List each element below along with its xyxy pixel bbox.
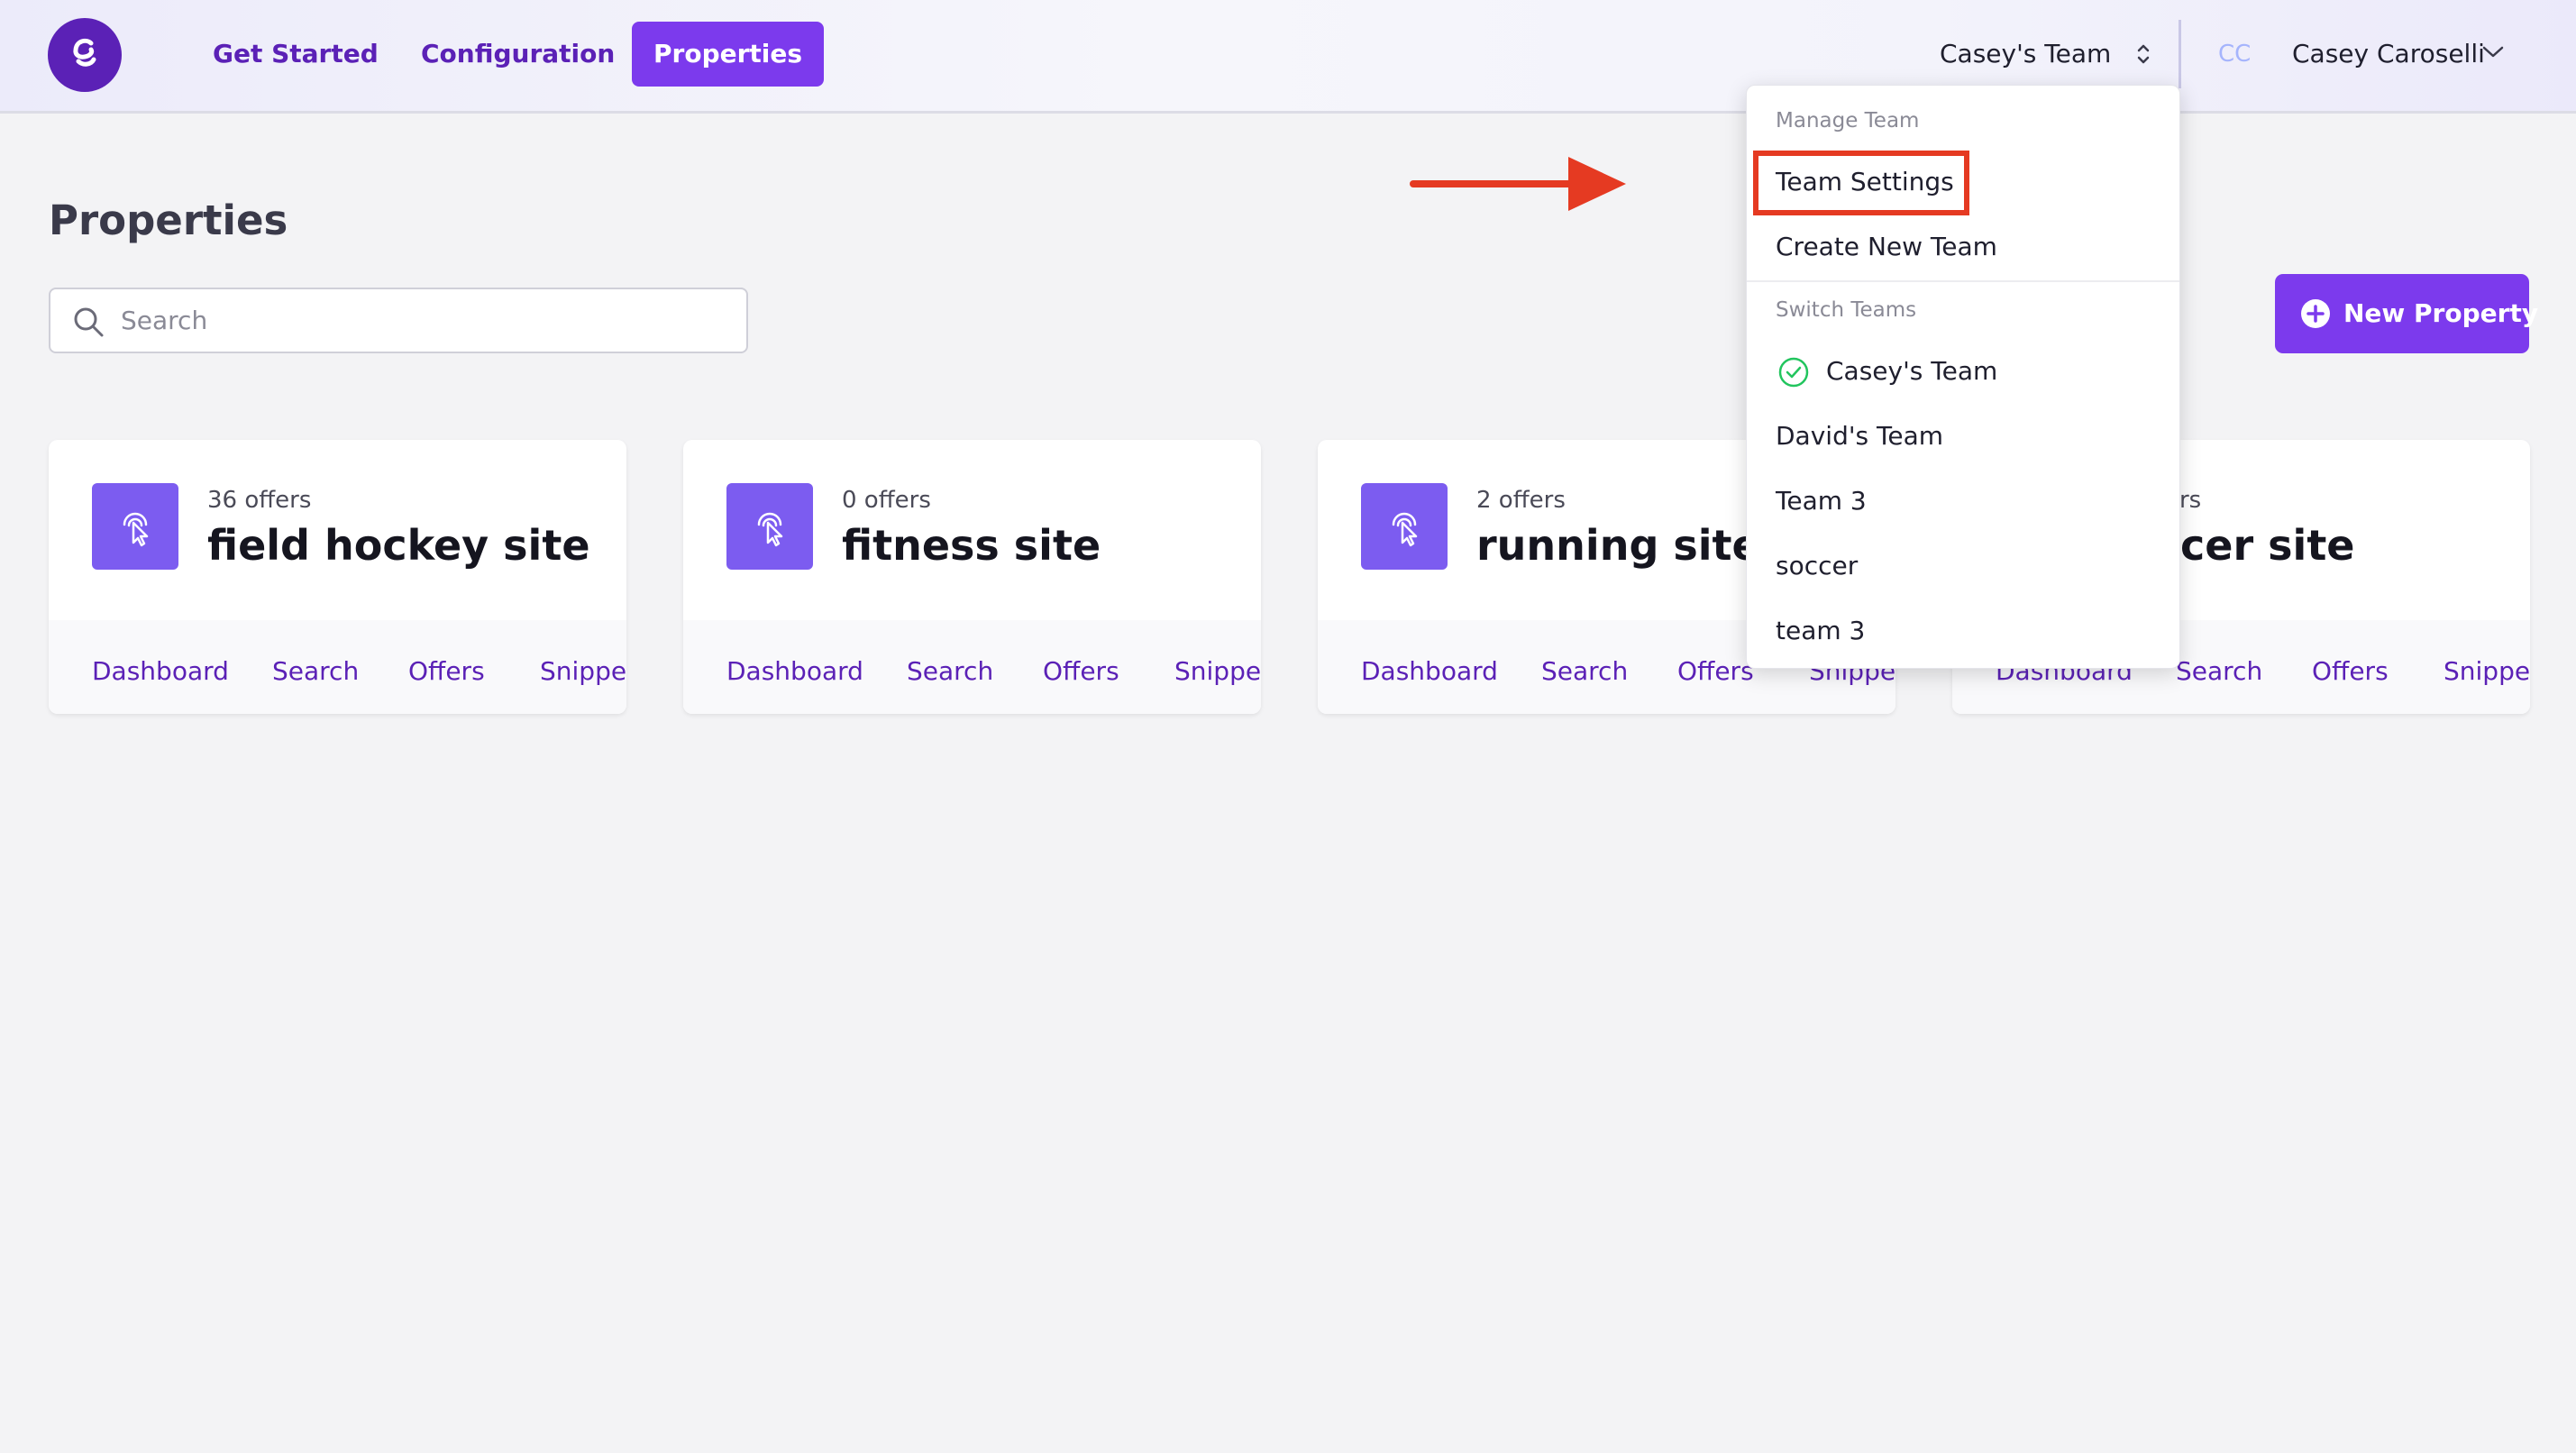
manage-team-heading: Manage Team <box>1776 109 1920 133</box>
card-link-search[interactable]: Search <box>1541 656 1628 686</box>
tap-pointer-icon <box>757 512 783 547</box>
logo-icon <box>73 38 96 67</box>
property-name: cer site <box>2180 521 2355 570</box>
card-link-offers[interactable]: Offers <box>1043 656 1119 686</box>
team-switcher-label: Casey's Team <box>1940 39 2112 69</box>
property-icon-tile <box>92 483 178 570</box>
chevron-up-down-icon <box>2137 44 2150 64</box>
nav-configuration[interactable]: Configuration <box>399 22 636 87</box>
property-card[interactable]: 0 offers fitness site Dashboard Search O… <box>683 440 1261 714</box>
user-avatar-initials[interactable]: CC <box>2218 27 2251 81</box>
create-new-team-item[interactable]: Create New Team <box>1776 232 1997 261</box>
team-option-team-3[interactable]: Team 3 <box>1776 486 1867 516</box>
offer-count: 36 offers <box>207 487 312 514</box>
team-option-davids-team[interactable]: David's Team <box>1776 421 1943 451</box>
card-link-snippet[interactable]: Snippet <box>540 656 626 686</box>
app-logo[interactable] <box>48 18 122 92</box>
card-link-snippet[interactable]: Snippet <box>1174 656 1261 686</box>
user-menu-name[interactable]: Casey Caroselli <box>2292 27 2485 81</box>
new-property-label: New Property <box>2343 298 2539 328</box>
offer-count: 2 offers <box>1476 487 1566 514</box>
search-box[interactable] <box>49 288 748 353</box>
card-link-snippet[interactable]: Snippet <box>2444 656 2530 686</box>
offer-count: 0 offers <box>842 487 931 514</box>
team-dropdown-menu: Manage Team Team Settings Create New Tea… <box>1746 85 2180 669</box>
property-name: fitness site <box>842 521 1101 570</box>
card-link-search[interactable]: Search <box>907 656 993 686</box>
card-link-search[interactable]: Search <box>272 656 359 686</box>
card-link-search[interactable]: Search <box>2176 656 2262 686</box>
annotation-arrow-icon <box>1410 157 1626 211</box>
card-link-offers[interactable]: Offers <box>1677 656 1754 686</box>
team-option-soccer[interactable]: soccer <box>1776 551 1858 580</box>
card-link-dashboard[interactable]: Dashboard <box>726 656 863 686</box>
property-card[interactable]: 36 offers field hockey site Dashboard Se… <box>49 440 626 714</box>
switch-teams-heading: Switch Teams <box>1776 298 1917 322</box>
new-property-button[interactable]: New Property <box>2275 274 2538 353</box>
page-title: Properties <box>49 196 288 244</box>
card-link-dashboard[interactable]: Dashboard <box>1361 656 1498 686</box>
search-input[interactable] <box>121 289 734 352</box>
property-name: running site <box>1476 521 1760 570</box>
property-icon-tile <box>1361 483 1448 570</box>
nav-get-started[interactable]: Get Started <box>191 22 400 87</box>
team-option-caseys-team[interactable]: Casey's Team <box>1826 356 1997 386</box>
card-link-offers[interactable]: Offers <box>408 656 485 686</box>
annotation-highlight-box <box>1753 151 1969 215</box>
tap-pointer-icon <box>1392 512 1418 547</box>
search-icon <box>74 307 104 337</box>
property-name: field hockey site <box>207 521 590 570</box>
check-circle-icon <box>1778 357 1809 388</box>
property-icon-tile <box>726 483 813 570</box>
card-link-dashboard[interactable]: Dashboard <box>92 656 229 686</box>
tap-pointer-icon <box>123 512 149 547</box>
plus-circle-icon <box>2301 299 2330 328</box>
team-option-team-3-lower[interactable]: team 3 <box>1776 616 1865 645</box>
team-switcher[interactable]: Casey's Team <box>1940 27 2150 81</box>
nav-properties[interactable]: Properties <box>632 22 825 87</box>
menu-divider <box>1747 280 2179 282</box>
top-nav-bar: Get Started Configuration Properties Cas… <box>0 0 2576 114</box>
header-divider <box>2179 20 2181 88</box>
chevron-down-icon[interactable] <box>2480 43 2506 61</box>
card-link-offers[interactable]: Offers <box>2312 656 2389 686</box>
